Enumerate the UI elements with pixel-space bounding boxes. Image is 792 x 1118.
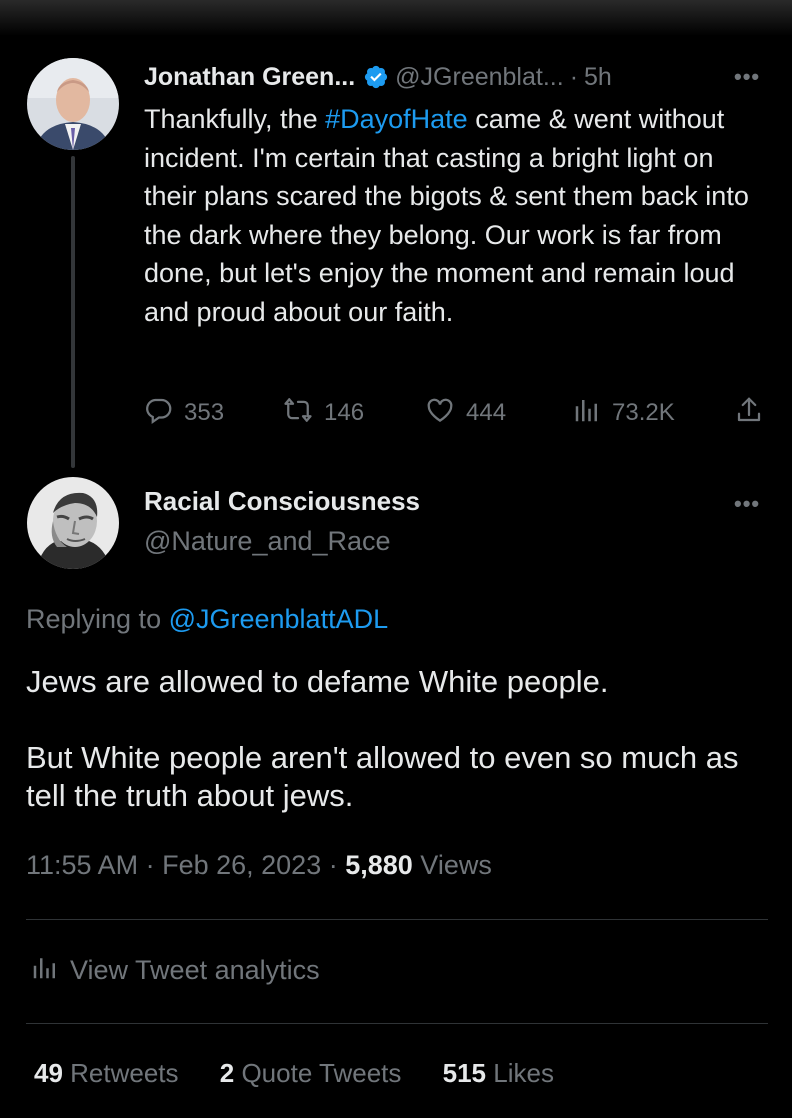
views-icon [572,395,602,432]
parent-tweet-text: Thankfully, the #DayofHate came & went w… [144,100,764,331]
view-analytics-link[interactable]: View Tweet analytics [30,952,320,989]
parent-more-icon[interactable]: ••• [734,64,760,90]
parent-author-name[interactable]: Jonathan Green... [144,63,355,92]
parent-handle[interactable]: @JGreenblat... [395,63,564,92]
views-button[interactable]: 73.2K [572,392,675,434]
reply-author-avatar[interactable] [27,477,119,569]
likes-total: 515 [442,1058,487,1088]
analytics-icon [30,952,60,989]
share-button[interactable] [734,392,764,434]
like-button[interactable]: 444 [424,392,506,434]
divider [26,1023,768,1024]
replying-to-line: Replying to @JGreenblattADL [26,604,388,635]
tweet-views-label: Views [412,850,492,880]
retweet-button[interactable]: 146 [282,392,364,434]
reply-paragraph-1: Jews are allowed to defame White people. [26,664,609,699]
thread-connector [71,156,75,468]
likes-label: Likes [486,1058,554,1088]
reply-count: 353 [184,399,225,426]
analytics-label: View Tweet analytics [70,955,320,985]
parent-action-bar: 353 146 444 73.2K [144,392,769,434]
parent-text-start: Thankfully, the [144,104,326,134]
hashtag-link[interactable]: #DayofHate [325,104,468,134]
meta-separator: · [321,850,346,880]
views-count: 73.2K [612,399,675,426]
share-icon [734,395,764,432]
divider [26,919,768,920]
parent-text-rest: came & went without incident. I'm certai… [144,104,749,327]
reply-icon [144,395,174,432]
meta-separator: · [138,850,163,880]
tweet-meta: 11:55 AM · Feb 26, 2023 · 5,880 Views [26,850,492,881]
like-icon [424,395,456,432]
reply-paragraph-2: But White people aren't allowed to even … [26,740,739,813]
tweet-date[interactable]: Feb 26, 2023 [162,850,321,880]
dot-separator: · [569,62,579,91]
parent-time[interactable]: 5h [584,63,612,92]
likes-stat[interactable]: 515 Likes [443,1058,554,1088]
reply-tweet-text: Jews are allowed to defame White people.… [26,663,776,815]
reply-author-handle[interactable]: @Nature_and_Race [144,526,391,557]
quote-tweets-stat[interactable]: 2 Quote Tweets [220,1058,402,1088]
replying-to-link[interactable]: @JGreenblattADL [169,604,389,634]
parent-header: Jonathan Green... @JGreenblat... · 5h [144,60,612,94]
like-count: 444 [466,399,507,426]
retweets-total: 49 [34,1058,63,1088]
retweet-icon [282,395,314,432]
retweet-count: 146 [324,399,365,426]
retweets-stat[interactable]: 49 Retweets [34,1058,179,1088]
tweet-time[interactable]: 11:55 AM [26,850,138,880]
reply-author-name[interactable]: Racial Consciousness [144,486,420,517]
tweet-views-count: 5,880 [345,850,413,880]
verified-badge-icon [363,64,389,90]
reply-more-icon[interactable]: ••• [734,491,760,517]
quotes-label: Quote Tweets [234,1058,402,1088]
status-bar-fade [0,0,792,36]
quotes-total: 2 [219,1058,235,1088]
retweets-label: Retweets [62,1058,179,1088]
engagement-stats: 49 Retweets 2 Quote Tweets 515 Likes [34,1058,588,1089]
parent-author-avatar[interactable] [27,58,119,150]
reply-button[interactable]: 353 [144,392,224,434]
replying-prefix: Replying to [26,604,169,634]
